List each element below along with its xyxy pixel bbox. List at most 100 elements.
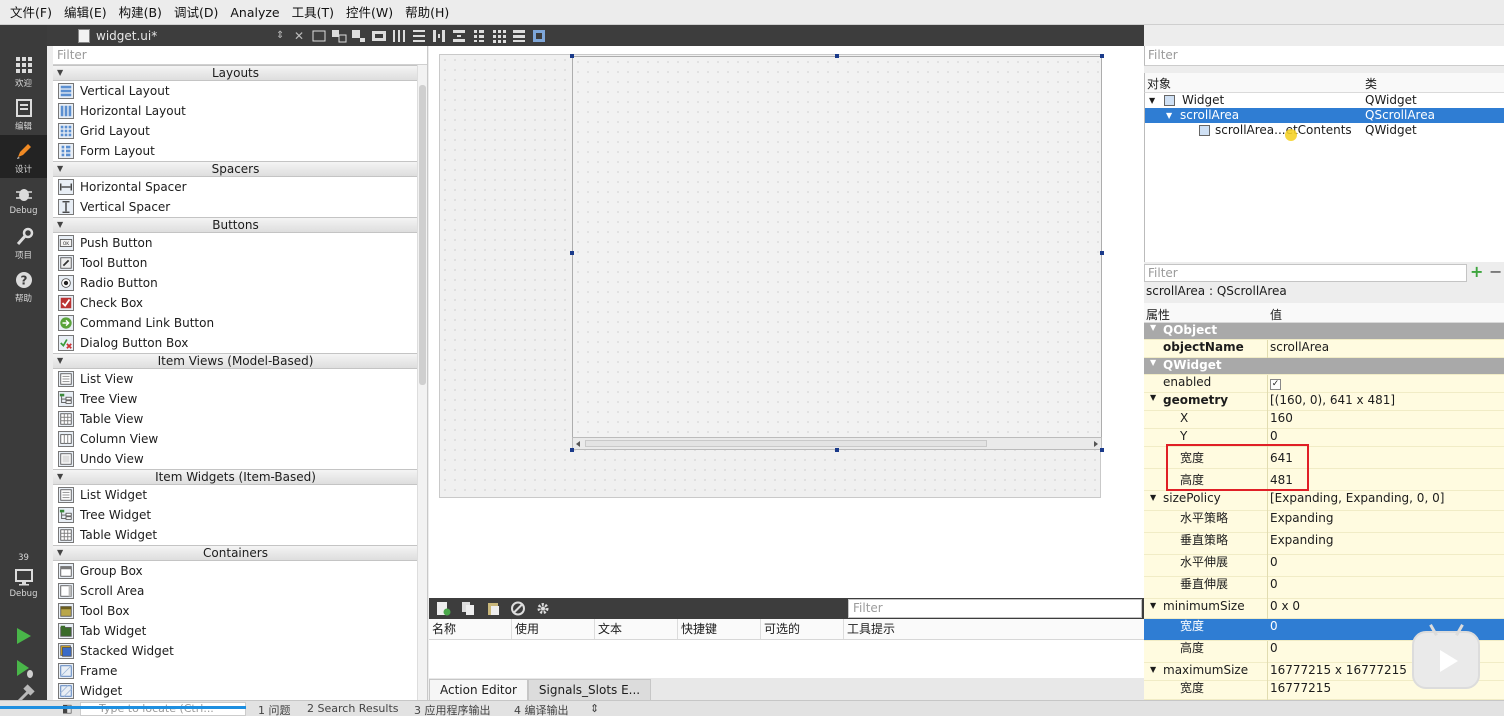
category-item-widgets[interactable]: ▼ Item Widgets (Item-Based)	[53, 469, 418, 485]
widget-item-dialog-button-box[interactable]: Dialog Button Box	[53, 333, 418, 353]
column-header[interactable]: 使用	[512, 619, 595, 639]
resize-handle[interactable]	[570, 54, 574, 58]
widget-item-tree-widget[interactable]: Tree Widget	[53, 505, 418, 525]
property-value[interactable]: 0	[1270, 555, 1278, 569]
new-action-icon[interactable]	[435, 601, 452, 616]
arrow-left-icon[interactable]	[574, 440, 582, 448]
column-header-object[interactable]: 对象	[1147, 75, 1171, 92]
hscrollbar-thumb[interactable]	[585, 440, 987, 447]
property-row-objectname[interactable]: objectName scrollArea	[1144, 340, 1504, 358]
property-value[interactable]: scrollArea	[1270, 340, 1329, 354]
resize-handle[interactable]	[570, 251, 574, 255]
property-value[interactable]: 0 x 0	[1270, 599, 1300, 613]
menu-build[interactable]: 构建(B)	[113, 0, 168, 25]
mode-design[interactable]: 设计	[0, 135, 47, 178]
category-layouts[interactable]: ▼ Layouts	[53, 65, 418, 81]
property-value[interactable]: 16777215	[1270, 681, 1331, 695]
mode-welcome[interactable]: 欢迎	[0, 49, 47, 92]
tab-action-editor[interactable]: Action Editor	[429, 679, 528, 700]
mode-debug[interactable]: Debug	[0, 178, 47, 221]
property-row-minimumsize[interactable]: ▼ minimumSize 0 x 0	[1144, 599, 1504, 619]
layout-grid-icon[interactable]	[490, 28, 508, 44]
collapse-icon[interactable]: ▼	[1150, 358, 1156, 367]
layout-vertical-icon[interactable]	[410, 28, 428, 44]
menu-tools[interactable]: 工具(T)	[286, 0, 340, 25]
property-group-qwidget[interactable]: ▼ QWidget	[1144, 358, 1504, 375]
widget-item-command-link-button[interactable]: Command Link Button	[53, 313, 418, 333]
tree-row-selected[interactable]: ▼ scrollArea QScrollArea	[1145, 108, 1504, 123]
collapse-icon[interactable]: ▼	[1150, 599, 1156, 613]
widget-item-check-box[interactable]: Check Box	[53, 293, 418, 313]
remove-property-icon[interactable]: −	[1489, 264, 1503, 280]
widget-item-stacked-widget[interactable]: Stacked Widget	[53, 641, 418, 661]
menu-edit[interactable]: 编辑(E)	[58, 0, 113, 25]
property-row-geometry[interactable]: ▼ geometry [(160, 0), 641 x 481]	[1144, 393, 1504, 411]
adjust-size-icon[interactable]	[530, 28, 548, 44]
tree-row[interactable]: ▼ Widget QWidget	[1145, 93, 1504, 108]
property-value[interactable]: 0	[1270, 577, 1278, 591]
widget-item-widget[interactable]: Widget	[53, 681, 418, 700]
menu-file[interactable]: 文件(F)	[4, 0, 58, 25]
property-value[interactable]: [Expanding, Expanding, 0, 0]	[1270, 491, 1444, 505]
widget-item-list-widget[interactable]: List Widget	[53, 485, 418, 505]
locator-input[interactable]: Type to locate (Ctrl...	[80, 702, 246, 716]
widget-item-frame[interactable]: Frame	[53, 661, 418, 681]
menu-help[interactable]: 帮助(H)	[399, 0, 455, 25]
layout-form-icon[interactable]	[470, 28, 488, 44]
edit-buddies-icon[interactable]	[350, 28, 368, 44]
widget-item-radio-button[interactable]: Radio Button	[53, 273, 418, 293]
widget-item-tool-button[interactable]: Tool Button	[53, 253, 418, 273]
menu-debug[interactable]: 调试(D)	[168, 0, 224, 25]
close-icon[interactable]: ✕	[290, 29, 308, 43]
layout-horizontal-icon[interactable]	[390, 28, 408, 44]
property-row-x[interactable]: X 160	[1144, 411, 1504, 429]
widget-filter-input[interactable]: Filter	[53, 46, 427, 65]
property-row-vstretch[interactable]: 垂直伸展 0	[1144, 577, 1504, 599]
edit-widgets-icon[interactable]	[310, 28, 328, 44]
layout-splitter-v-icon[interactable]	[450, 28, 468, 44]
widget-item-tool-box[interactable]: Tool Box	[53, 601, 418, 621]
widget-item-column-view[interactable]: Column View	[53, 429, 418, 449]
category-spacers[interactable]: ▼ Spacers	[53, 161, 418, 177]
paste-icon[interactable]	[485, 601, 502, 616]
resize-handle[interactable]	[835, 54, 839, 58]
mode-help[interactable]: ? 帮助	[0, 264, 47, 307]
edit-tab-order-icon[interactable]	[370, 28, 388, 44]
arrow-right-icon[interactable]	[1092, 440, 1100, 448]
scroll-area-widget[interactable]	[572, 56, 1102, 450]
column-header[interactable]: 名称	[429, 619, 512, 639]
widget-item-tab-widget[interactable]: Tab Widget	[53, 621, 418, 641]
property-row-enabled[interactable]: enabled ✓	[1144, 375, 1504, 393]
output-tab-compile[interactable]: 4 编译输出	[514, 702, 569, 716]
debug-run-icon[interactable]	[0, 653, 47, 683]
action-filter-input[interactable]: Filter	[848, 599, 1142, 618]
property-value[interactable]: 0	[1270, 619, 1278, 633]
property-value[interactable]: Expanding	[1270, 533, 1333, 547]
category-item-views[interactable]: ▼ Item Views (Model-Based)	[53, 353, 418, 369]
resize-handle[interactable]	[1100, 448, 1104, 452]
collapse-icon[interactable]: ▼	[1150, 491, 1156, 505]
menu-widgets[interactable]: 控件(W)	[340, 0, 399, 25]
column-header-value[interactable]: 值	[1270, 306, 1282, 323]
property-row-hpolicy[interactable]: 水平策略 Expanding	[1144, 511, 1504, 533]
add-property-icon[interactable]: +	[1470, 264, 1484, 280]
mode-edit[interactable]: 编辑	[0, 92, 47, 135]
widget-item-scroll-area[interactable]: Scroll Area	[53, 581, 418, 601]
column-header[interactable]: 可选的	[761, 619, 844, 639]
property-value[interactable]: 0	[1270, 641, 1278, 655]
widget-item-horizontal-spacer[interactable]: Horizontal Spacer	[53, 177, 418, 197]
tab-signals-slots[interactable]: Signals_Slots E...	[527, 679, 652, 700]
property-value[interactable]: 0	[1270, 429, 1278, 443]
scrollbar-thumb[interactable]	[419, 85, 426, 385]
property-value[interactable]: 160	[1270, 411, 1293, 425]
output-tab-issues[interactable]: 1 问题	[258, 702, 291, 716]
collapse-icon[interactable]: ▼	[1150, 393, 1156, 402]
edit-signals-icon[interactable]	[330, 28, 348, 44]
property-group-qobject[interactable]: ▼ QObject	[1144, 323, 1504, 340]
form-widget[interactable]	[439, 54, 1104, 498]
expand-icon[interactable]: ▼	[1149, 93, 1155, 108]
run-icon[interactable]	[0, 621, 47, 651]
collapse-icon[interactable]: ▼	[1150, 663, 1156, 677]
category-buttons[interactable]: ▼ Buttons	[53, 217, 418, 233]
menu-analyze[interactable]: Analyze	[224, 0, 285, 25]
